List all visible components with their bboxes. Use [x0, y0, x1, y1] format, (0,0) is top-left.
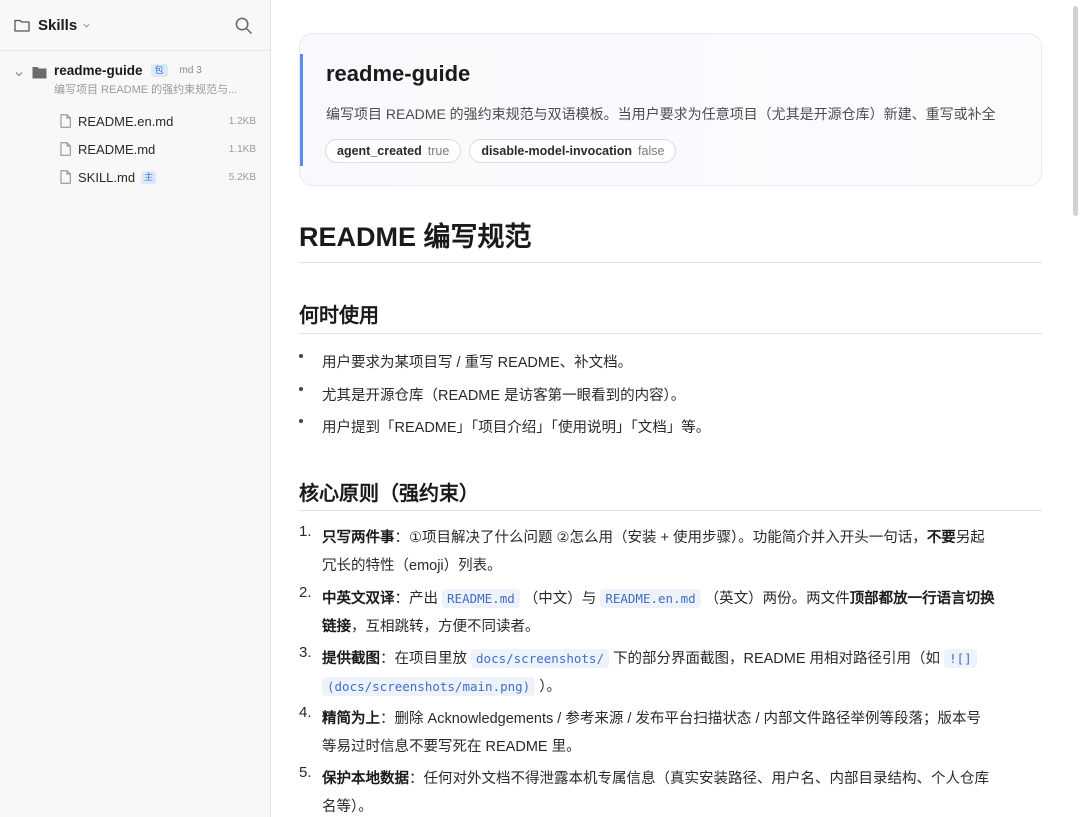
file-icon: [60, 114, 71, 128]
tag-list: agent_created true disable-model-invocat…: [325, 139, 677, 163]
tag-key: agent_created: [337, 144, 422, 158]
sidebar: Skills readme-guide 包 md 3 编写项目 README 的…: [0, 0, 271, 817]
item-text: 下的部分界面截图，README 用相对路径引用（如: [608, 651, 945, 667]
section-heading: 核心原则（强约束）: [299, 483, 479, 505]
tag-key: disable-model-invocation: [481, 144, 633, 158]
file-icon: [60, 170, 71, 184]
item-text: （中文）与: [519, 591, 601, 607]
folder-icon: [14, 19, 30, 32]
list-number: 3.: [299, 644, 312, 661]
ordered-list-item: 2. 中英文双译：产出 README.md （中文）与 README.en.md…: [299, 584, 1042, 641]
file-size: 5.2KB: [228, 171, 256, 183]
item-text: ，互相跳转，方便不同读者。: [351, 619, 540, 635]
list-item-text: 用户要求为某项目写 / 重写 README、补文档。: [322, 354, 633, 371]
section-heading: 何时使用: [299, 305, 379, 327]
skill-description: 编写项目 README 的强约束规范与...: [54, 84, 238, 96]
list-item: 用户提到「README」「项目介绍」「使用说明」「文档」等。: [299, 416, 710, 436]
item-text: 等易过时信息不要写死在 README 里。: [322, 739, 581, 755]
skill-name: readme-guide: [54, 63, 143, 78]
ordered-list-item: 1. 只写两件事：①项目解决了什么问题 ②怎么用（安装 + 使用步骤）。功能简介…: [299, 523, 1042, 580]
divider: [299, 262, 1042, 263]
item-emphasis: 保护本地数据: [322, 771, 409, 787]
file-size: 1.2KB: [228, 115, 256, 127]
inline-code: README.en.md: [600, 589, 701, 608]
card-description: 编写项目 README 的强约束规范与双语模板。当用户要求为任意项目（尤其是开源…: [326, 106, 996, 122]
item-text: ）。: [535, 679, 561, 695]
chevron-down-icon[interactable]: [14, 69, 24, 79]
file-size: 1.1KB: [228, 143, 256, 155]
sidebar-header: Skills: [0, 0, 270, 51]
tag-value: false: [638, 144, 665, 158]
file-item-readme[interactable]: README.md 1.1KB: [0, 135, 270, 163]
item-text: 另起: [955, 530, 985, 546]
skill-info-card: readme-guide 编写项目 README 的强约束规范与双语模板。当用户…: [299, 33, 1042, 186]
scrollbar[interactable]: [1073, 6, 1078, 216]
item-text: 名等）。: [322, 799, 373, 815]
file-item-readme-en[interactable]: README.en.md 1.2KB: [0, 107, 270, 135]
ordered-list-item: 4. 精简为上：删除 Acknowledgements / 参考来源 / 发布平…: [299, 704, 1042, 761]
list-number: 1.: [299, 523, 312, 540]
item-emphasis: 顶部都放一行语言切换: [849, 591, 995, 607]
md-count: md 3: [179, 65, 202, 76]
bullet-dot: [299, 354, 303, 358]
bullet-dot: [299, 387, 303, 391]
doc-title: README 编写规范: [299, 222, 532, 252]
list-item: 用户要求为某项目写 / 重写 README、补文档。: [299, 351, 632, 371]
package-badge: 包: [150, 64, 168, 77]
inline-code: README.md: [442, 589, 520, 608]
file-name: README.md: [78, 141, 156, 157]
item-emphasis: 不要: [926, 530, 956, 546]
bullet-dot: [299, 419, 303, 423]
list-item-text: 尤其是开源仓库（README 是访客第一眼看到的内容）。: [322, 387, 686, 404]
list-item: 尤其是开源仓库（README 是访客第一眼看到的内容）。: [299, 384, 685, 404]
list-item-text: 用户提到「README」「项目介绍」「使用说明」「文档」等。: [322, 419, 711, 436]
file-name: SKILL.md: [78, 169, 136, 185]
divider: [299, 510, 1042, 511]
file-name: README.en.md: [78, 113, 174, 129]
tag-disable-model-invocation: disable-model-invocation false: [469, 139, 677, 163]
main-content: readme-guide 编写项目 README 的强约束规范与双语模板。当用户…: [271, 0, 1080, 817]
file-item-skill[interactable]: SKILL.md 主 5.2KB: [0, 163, 270, 191]
tree-root-readme-guide[interactable]: readme-guide 包 md 3 编写项目 README 的强约束规范与.…: [0, 61, 270, 107]
ordered-list-item: 3. 提供截图：在项目里放 docs/screenshots/ 下的部分界面截图…: [299, 644, 1042, 701]
item-emphasis: 精简为上: [322, 711, 380, 727]
main-badge: 主: [141, 170, 157, 184]
tag-value: true: [427, 144, 450, 158]
search-icon[interactable]: [234, 16, 253, 35]
card-title: readme-guide: [326, 61, 471, 86]
list-number: 5.: [299, 764, 312, 781]
inline-code: docs/screenshots/: [471, 649, 609, 668]
item-emphasis: 提供截图: [322, 651, 380, 667]
skill-tree: readme-guide 包 md 3 编写项目 README 的强约束规范与.…: [0, 51, 270, 191]
inline-code: ![]: [944, 649, 977, 668]
list-number: 2.: [299, 584, 312, 601]
item-text: ：删除 Acknowledgements / 参考来源 / 发布平台扫描状态 /…: [380, 711, 982, 727]
item-emphasis: 只写两件事: [322, 530, 395, 546]
item-text: 冗长的特性（emoji）列表。: [322, 558, 502, 574]
folder-icon: [32, 67, 47, 79]
card-accent-bar: [300, 54, 303, 166]
list-number: 4.: [299, 704, 312, 721]
item-emphasis: 中英文双译: [322, 591, 395, 607]
item-emphasis: 链接: [322, 619, 351, 635]
skills-title[interactable]: Skills: [38, 17, 77, 34]
item-text: （英文）两份。两文件: [700, 591, 850, 607]
file-icon: [60, 142, 71, 156]
item-text: ：任何对外文档不得泄露本机专属信息（真实安装路径、用户名、内部目录结构、个人仓库: [409, 771, 989, 787]
inline-code: (docs/screenshots/main.png): [322, 677, 536, 696]
item-text: ：产出: [394, 591, 443, 607]
item-text: ：①项目解决了什么问题 ②怎么用（安装 + 使用步骤）。功能简介并入开头一句话，: [394, 530, 927, 546]
ordered-list-item: 5. 保护本地数据：任何对外文档不得泄露本机专属信息（真实安装路径、用户名、内部…: [299, 764, 1042, 817]
tag-agent-created: agent_created true: [325, 139, 462, 163]
divider: [299, 333, 1042, 334]
chevron-down-icon[interactable]: [82, 21, 91, 30]
item-text: ：在项目里放: [380, 651, 472, 667]
